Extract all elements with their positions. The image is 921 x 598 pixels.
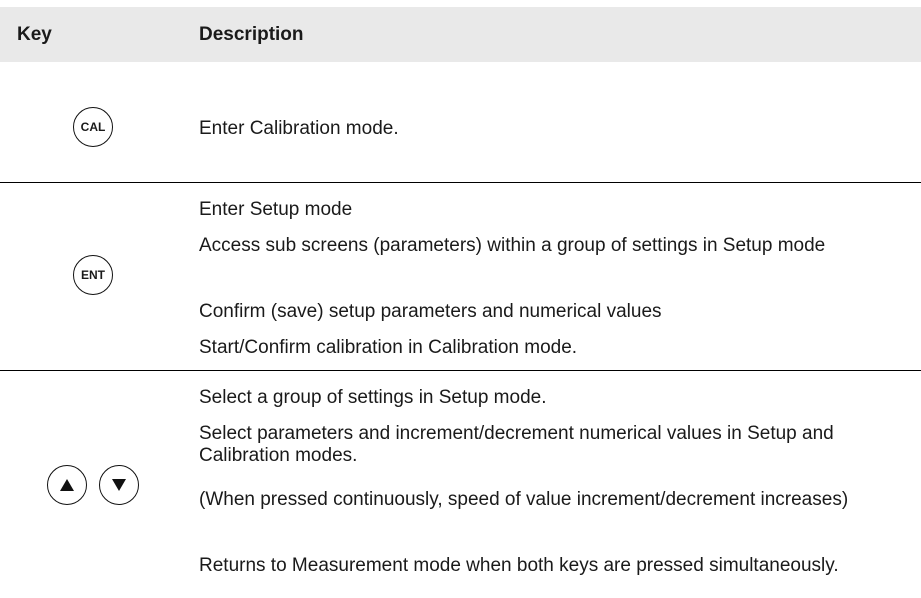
header-key: Key [17,24,52,45]
ent-key-label: ENT [81,268,105,282]
row-divider [0,182,921,183]
triangle-down-icon [99,465,139,505]
header-description: Description [199,24,304,45]
row-divider [0,370,921,371]
row-cal-line-1: Enter Calibration mode. [199,118,399,139]
cal-key-label: CAL [80,120,106,134]
row-arrows-line-4: Returns to Measurement mode when both ke… [199,555,839,576]
ent-key-icon: ENT [73,255,113,295]
table-header: Key Description [0,7,921,62]
row-ent-line-1: Enter Setup mode [199,199,353,220]
row-arrows-line-1: Select a group of settings in Setup mode… [199,387,547,408]
row-ent-line-2: Access sub screens (parameters) within a… [199,235,826,256]
row-arrows-line-3: (When pressed continuously, speed of val… [199,489,849,510]
triangle-up-icon [47,465,87,505]
row-arrows-line-2: Select parameters and increment/decremen… [199,423,834,466]
row-ent-line-3: Confirm (save) setup parameters and nume… [199,301,662,322]
row-ent-line-4: Start/Confirm calibration in Calibration… [199,337,578,358]
cal-key-icon: CAL [73,107,113,147]
